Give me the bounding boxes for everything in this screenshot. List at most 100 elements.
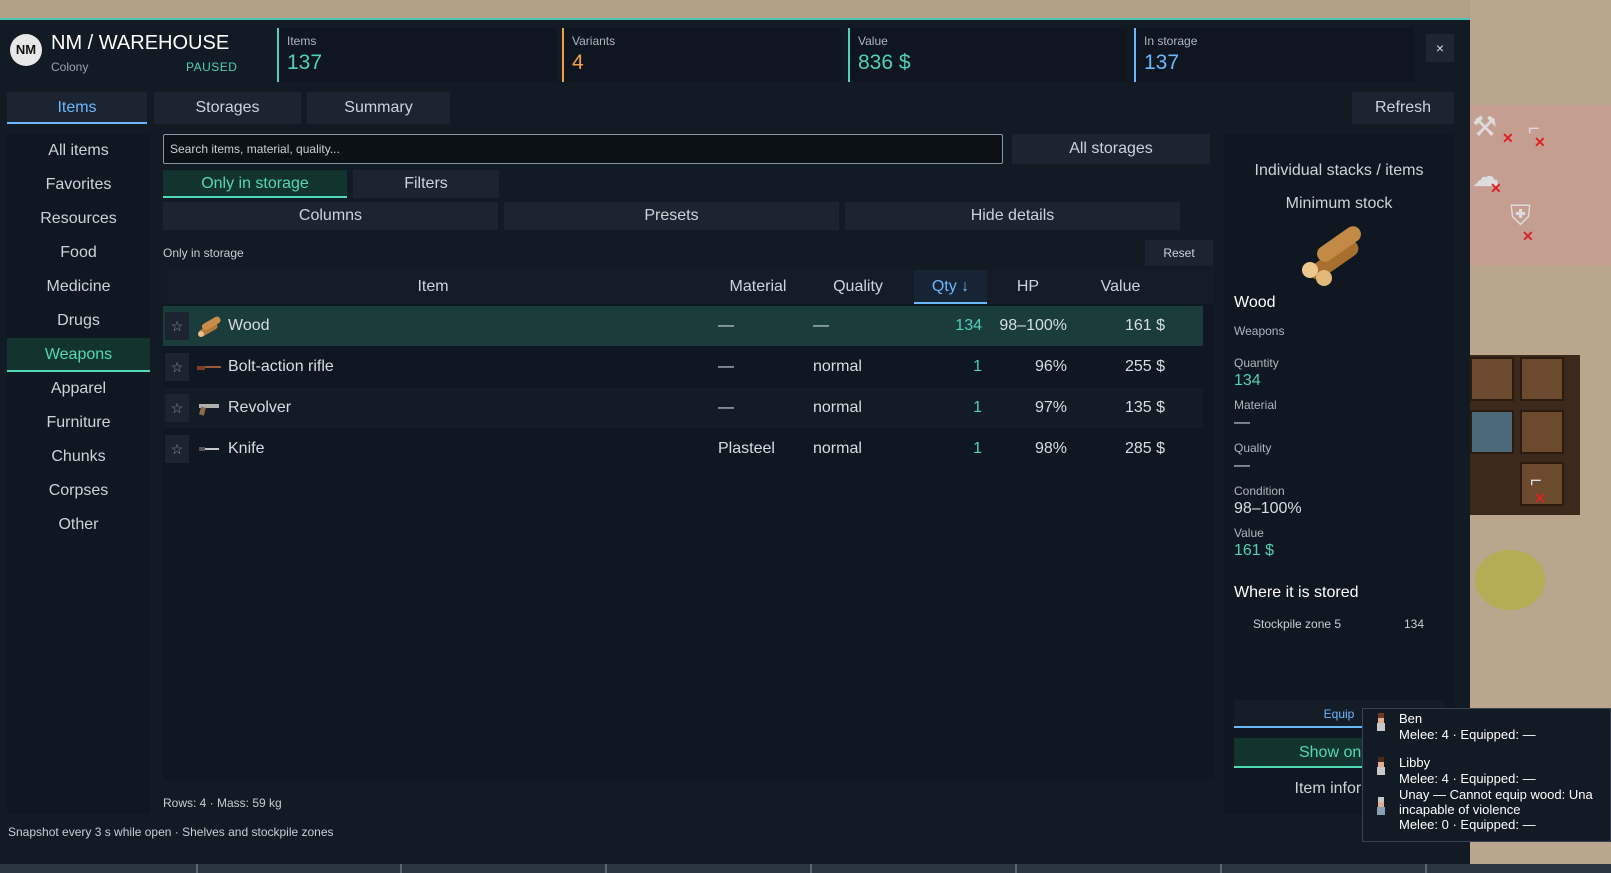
pawn-option-unay[interactable]: Unay — Cannot equip wood: Una incapable … (1367, 787, 1610, 833)
medicine-tile (1470, 410, 1514, 454)
column-hp[interactable]: HP (993, 270, 1063, 304)
category-chunks[interactable]: Chunks (7, 440, 150, 474)
paused-status: PAUSED (186, 60, 238, 74)
storage-location-name[interactable]: Stockpile zone 5 (1253, 617, 1341, 631)
item-name: Revolver (228, 399, 292, 416)
window-title: NM / WAREHOUSE (51, 32, 230, 54)
detail-item-name: Wood (1234, 294, 1276, 311)
stack-mode-toggle[interactable]: Individual stacks / items (1224, 162, 1454, 180)
pawn-stats: Melee: 4 · Equipped: — (1399, 727, 1536, 742)
table-row[interactable]: ☆ Revolver — normal 1 97% 135 $ (163, 388, 1203, 428)
knife-icon (199, 447, 219, 451)
column-quality[interactable]: Quality (813, 270, 903, 304)
grass-patch (1475, 550, 1545, 610)
pawn-name: Ben (1399, 711, 1423, 726)
pawn-icon (1377, 713, 1385, 731)
category-corpses[interactable]: Corpses (7, 474, 150, 508)
quality-label: Quality (1234, 441, 1272, 455)
stat-label: Value (858, 34, 888, 48)
column-material[interactable]: Material (713, 270, 803, 304)
favorite-star-icon[interactable]: ☆ (165, 312, 189, 340)
stat-label: Variants (572, 34, 616, 48)
column-qty[interactable]: Qty ↓ (914, 270, 987, 304)
minimum-stock-button[interactable]: Minimum stock (1224, 195, 1454, 213)
item-value: 285 $ (1124, 440, 1165, 457)
favorite-star-icon[interactable]: ☆ (165, 394, 189, 422)
category-apparel[interactable]: Apparel (7, 372, 150, 406)
pawn-stats: Melee: 0 · Equipped: — (1399, 817, 1536, 832)
category-favorites[interactable]: Favorites (7, 168, 150, 202)
stat-value: 836 $ (858, 51, 911, 74)
material-value: — (1234, 414, 1250, 431)
quantity-label: Quantity (1234, 356, 1279, 370)
stat-in-storage: In storage 137 (1134, 28, 1414, 82)
columns-button[interactable]: Columns (163, 202, 498, 230)
item-quality: normal (813, 399, 862, 416)
pawn-option-ben[interactable]: Ben Melee: 4 · Equipped: — (1367, 709, 1610, 753)
category-resources[interactable]: Resources (7, 202, 150, 236)
value-label: Value (1234, 526, 1264, 540)
category-weapons[interactable]: Weapons (7, 338, 150, 372)
table-row[interactable]: ☆ Wood — — 134 98–100% 161 $ (163, 306, 1203, 346)
hide-details-button[interactable]: Hide details (845, 202, 1180, 230)
close-button[interactable]: × (1426, 34, 1454, 62)
warehouse-window: NM NM / WAREHOUSE Colony PAUSED Items 13… (0, 18, 1470, 864)
items-panel: All storages Only in storage Filters Col… (160, 134, 1214, 814)
reset-button[interactable]: Reset (1145, 240, 1213, 266)
item-qty: 1 (973, 358, 982, 375)
category-other[interactable]: Other (7, 508, 150, 542)
category-medicine[interactable]: Medicine (7, 270, 150, 304)
favorite-star-icon[interactable]: ☆ (165, 353, 189, 381)
storage-select[interactable]: All storages (1012, 134, 1210, 164)
shelf-tile (1470, 357, 1514, 401)
pawn-stats: Melee: 4 · Equipped: — (1399, 771, 1536, 786)
item-name: Bolt-action rifle (228, 358, 334, 375)
colony-logo-icon: NM (10, 34, 42, 66)
quality-value: — (1234, 457, 1250, 474)
item-name: Knife (228, 440, 265, 457)
toolbar-divider (1015, 864, 1017, 873)
item-value: 135 $ (1124, 399, 1165, 416)
table-row[interactable]: ☆ Bolt-action rifle — normal 1 96% 255 $ (163, 347, 1203, 387)
shelf-tile (1520, 410, 1564, 454)
condition-value: 98–100% (1234, 500, 1302, 517)
filters-button[interactable]: Filters (353, 170, 499, 198)
column-value[interactable]: Value (1073, 270, 1168, 304)
category-food[interactable]: Food (7, 236, 150, 270)
favorite-star-icon[interactable]: ☆ (165, 435, 189, 463)
item-material: — (718, 399, 734, 416)
item-material: — (718, 358, 734, 375)
category-drugs[interactable]: Drugs (7, 304, 150, 338)
item-quality: — (813, 317, 829, 334)
pawn-icon (1377, 797, 1385, 815)
presets-button[interactable]: Presets (504, 202, 839, 230)
item-value: 161 $ (1124, 317, 1165, 334)
table-row[interactable]: ☆ Knife Plasteel normal 1 98% 285 $ (163, 429, 1203, 469)
toolbar-divider (196, 864, 198, 873)
category-furniture[interactable]: Furniture (7, 406, 150, 440)
stat-variants: Variants 4 (562, 28, 841, 82)
tab-items[interactable]: Items (7, 92, 147, 124)
tab-storages[interactable]: Storages (154, 92, 301, 124)
stat-label: In storage (1144, 34, 1198, 48)
forbidden-icon: ✕ (1534, 490, 1546, 506)
only-in-storage-toggle[interactable]: Only in storage (163, 170, 347, 198)
item-hp: 96% (1034, 358, 1067, 375)
refresh-button[interactable]: Refresh (1352, 92, 1454, 124)
stat-value: 137 (287, 51, 323, 74)
column-item[interactable]: Item (223, 270, 643, 304)
stat-label: Items (287, 34, 317, 48)
item-material: Plasteel (718, 440, 775, 457)
item-name: Wood (228, 317, 270, 334)
item-hp: 98–100% (999, 317, 1067, 334)
forbidden-icon: ✕ (1534, 134, 1546, 150)
tab-summary[interactable]: Summary (307, 92, 450, 124)
category-all-items[interactable]: All items (7, 134, 150, 168)
toolbar-divider (810, 864, 812, 873)
items-table: Item Material Quality Qty ↓ HP Value ☆ W… (163, 270, 1214, 780)
storage-location-qty: 134 (1404, 617, 1425, 631)
item-quality: normal (813, 358, 862, 375)
toolbar-divider (400, 864, 402, 873)
value-value: 161 $ (1234, 542, 1275, 559)
search-input[interactable] (163, 134, 1003, 164)
